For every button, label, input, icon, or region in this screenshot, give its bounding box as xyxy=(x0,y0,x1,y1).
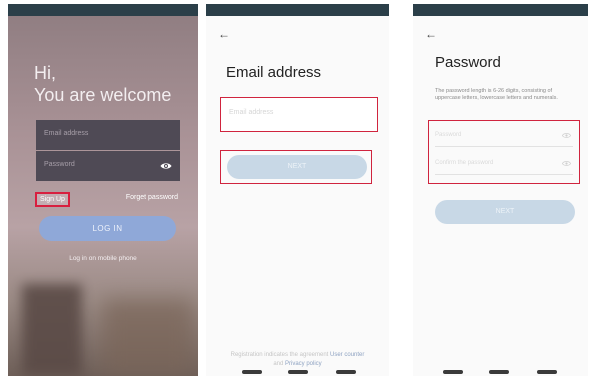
confirm-password-placeholder: Confirm the password xyxy=(435,160,494,166)
email-field[interactable]: Email address xyxy=(36,120,180,150)
password-screen: ← Password The password length is 6-26 d… xyxy=(413,4,588,376)
greeting-line-2: You are welcome xyxy=(34,85,172,105)
eye-icon[interactable] xyxy=(160,160,172,172)
password-rules-text: The password length is 6-26 digits, cons… xyxy=(435,88,558,101)
confirm-password-input[interactable]: Confirm the password xyxy=(435,153,573,175)
terms-notice: Registration indicates the agreement Use… xyxy=(206,351,389,369)
back-arrow-icon[interactable]: ← xyxy=(218,28,230,40)
nav-bar-indicator xyxy=(489,370,509,374)
email-input[interactable]: Email address xyxy=(220,97,378,132)
status-bar xyxy=(206,4,389,16)
user-counter-link[interactable]: User counter xyxy=(330,352,364,358)
terms-and: and xyxy=(273,361,284,367)
forgot-password-link[interactable]: Forget password xyxy=(126,194,178,201)
password-input-placeholder: Password xyxy=(435,132,462,138)
sign-up-link[interactable]: Sign Up xyxy=(35,192,70,207)
background-photo-blur xyxy=(103,299,193,374)
password-placeholder: Password xyxy=(44,161,75,168)
nav-bar-indicator xyxy=(537,370,557,374)
password-field[interactable]: Password xyxy=(36,151,180,181)
next-button-highlight: NEXT xyxy=(220,150,372,184)
mobile-login-link[interactable]: Log in on mobile phone xyxy=(8,255,198,262)
nav-bar-indicator xyxy=(336,370,356,374)
email-placeholder: Email address xyxy=(44,130,89,137)
back-arrow-icon[interactable]: ← xyxy=(425,28,437,40)
email-screen: ← Email address Email address NEXT Regis… xyxy=(206,4,389,376)
status-bar xyxy=(8,4,198,16)
nav-bar-indicator xyxy=(443,370,463,374)
login-button[interactable]: LOG IN xyxy=(39,216,176,241)
background-photo-blur xyxy=(22,284,82,376)
privacy-policy-link[interactable]: Privacy policy xyxy=(285,361,322,367)
login-screen: Hi, You are welcome Email address Passwo… xyxy=(8,4,198,376)
terms-text: Registration indicates the agreement xyxy=(230,352,329,358)
nav-bar-indicator xyxy=(242,370,262,374)
greeting-line-1: Hi, xyxy=(34,63,56,83)
email-input-placeholder: Email address xyxy=(229,109,274,116)
page-title: Email address xyxy=(226,64,322,81)
status-bar xyxy=(413,4,588,16)
password-input[interactable]: Password xyxy=(435,125,573,147)
password-fields-highlight: Password Confirm the password xyxy=(428,120,580,184)
next-button[interactable]: NEXT xyxy=(435,200,575,224)
nav-bar-indicator xyxy=(288,370,308,374)
welcome-heading: Hi, You are welcome xyxy=(34,62,171,106)
eye-icon[interactable] xyxy=(562,131,571,140)
page-title: Password xyxy=(435,54,501,71)
next-button[interactable]: NEXT xyxy=(227,155,367,179)
eye-icon[interactable] xyxy=(562,159,571,168)
